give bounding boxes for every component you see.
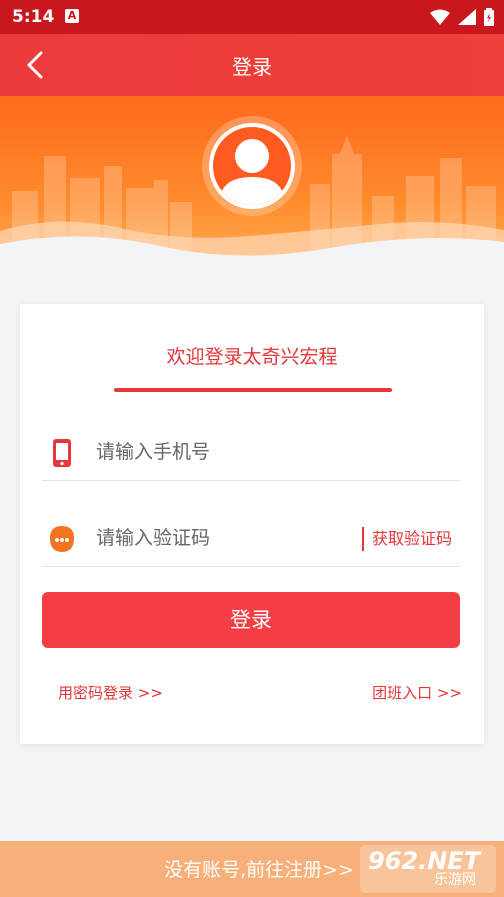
code-row: 获取验证码	[42, 510, 460, 567]
login-button[interactable]: 登录	[42, 592, 460, 648]
verification-code-icon	[50, 526, 74, 552]
welcome-text: 欢迎登录太奇兴宏程	[166, 346, 338, 368]
user-icon	[219, 139, 285, 205]
password-login-link[interactable]: 用密码登录 >>	[58, 682, 163, 703]
status-bar: 5:14 A	[0, 0, 504, 34]
group-entry-link[interactable]: 团班入口 >>	[372, 682, 462, 703]
page-title: 登录	[232, 55, 272, 79]
footer-bar: 没有账号,前往注册>> 962.NET 乐游网	[0, 841, 504, 897]
app-header: 登录	[0, 34, 504, 96]
get-code-button[interactable]: 获取验证码	[361, 527, 452, 551]
phone-icon	[53, 439, 71, 467]
avatar[interactable]	[209, 123, 295, 209]
notification-icon: A	[65, 9, 79, 23]
battery-icon	[484, 8, 494, 26]
welcome-underline	[114, 388, 392, 392]
watermark-logo: 962.NET 乐游网	[360, 845, 496, 893]
register-link[interactable]: 没有账号,前往注册>>	[164, 855, 354, 882]
login-card: 欢迎登录太奇兴宏程 获取验证码 登录 用密码登录 >> 团班入口 >>	[20, 304, 484, 744]
banner	[0, 96, 504, 271]
code-input[interactable]	[96, 522, 336, 554]
status-time: 5:14	[12, 7, 55, 27]
signal-icon	[458, 9, 476, 25]
status-icons	[430, 8, 494, 26]
wifi-icon	[430, 9, 450, 25]
phone-input[interactable]	[96, 436, 336, 468]
phone-row	[42, 424, 460, 481]
avatar-ring	[202, 116, 302, 216]
watermark-subtitle: 乐游网	[434, 872, 476, 888]
